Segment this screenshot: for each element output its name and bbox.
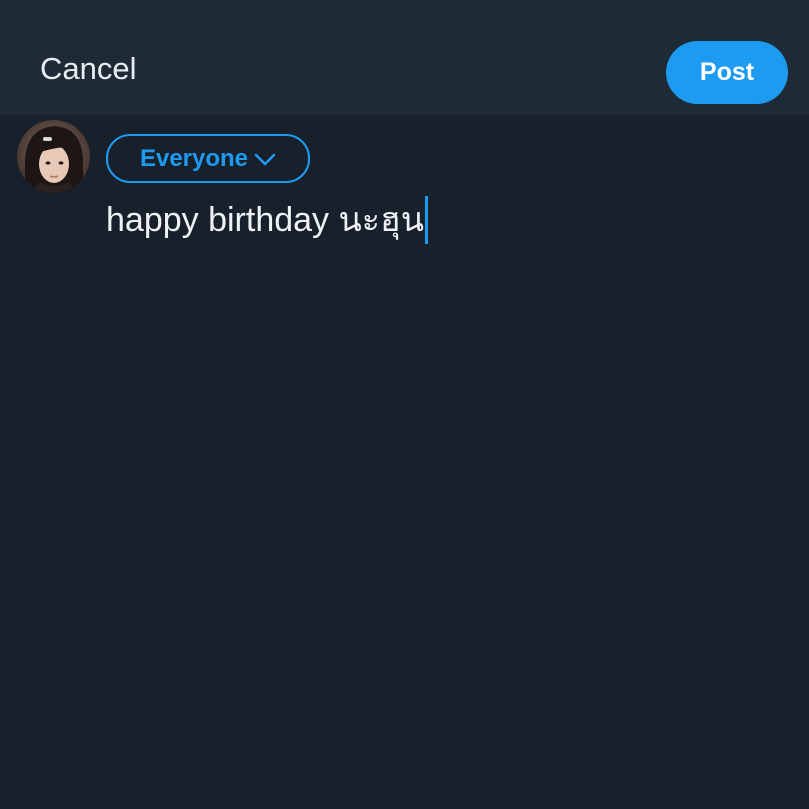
top-bar: Cancel Post <box>0 0 809 115</box>
post-text: happy birthday นะฮุน <box>106 201 424 239</box>
text-caret <box>425 196 428 244</box>
audience-selector[interactable]: Everyone <box>106 134 310 183</box>
audience-label: Everyone <box>139 144 249 172</box>
compose-post-screen: Cancel Post Everyone happy birthday นะฮุ… <box>0 0 809 809</box>
post-text-input[interactable]: happy birthday นะฮุน <box>106 196 428 244</box>
avatar[interactable] <box>17 120 90 193</box>
user-avatar-icon <box>17 120 90 193</box>
post-button[interactable]: Post <box>666 41 788 104</box>
cancel-button[interactable]: Cancel <box>40 49 137 89</box>
chevron-down-icon <box>254 153 276 165</box>
